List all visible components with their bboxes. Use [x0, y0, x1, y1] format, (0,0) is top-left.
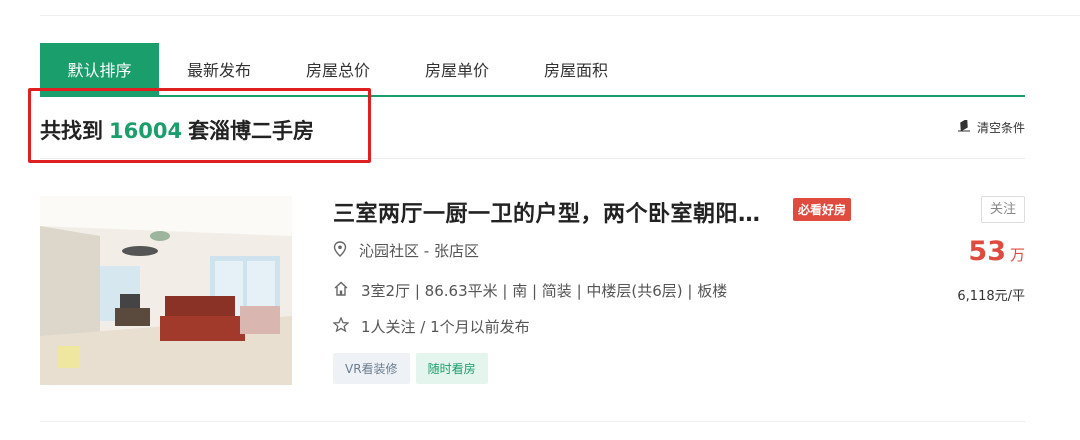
annotation-highlight-box — [28, 88, 371, 163]
tab-area[interactable]: 房屋面积 — [542, 43, 610, 95]
listing-tags: VR看装修 随时看房 — [333, 353, 488, 384]
listing-photo[interactable] — [40, 196, 292, 385]
tab-unit-price[interactable]: 房屋单价 — [423, 43, 491, 95]
tag-vr-decoration[interactable]: VR看装修 — [333, 353, 410, 384]
listing-card[interactable]: 三室两厅一厨一卫的户型，两个卧室朝阳… 必看好房 沁园社区 - 张店区 3室2厅… — [40, 196, 1025, 422]
top-strip — [40, 0, 1080, 16]
location-pin-icon — [333, 240, 347, 261]
total-price-value: 53 — [968, 236, 1006, 267]
total-price: 53 万 — [968, 236, 1025, 267]
must-see-badge: 必看好房 — [793, 198, 852, 221]
follow-button[interactable]: 关注 — [981, 196, 1025, 223]
clear-filters-button[interactable]: 清空条件 — [957, 118, 1025, 136]
house-info-row: 3室2厅 | 86.63平米 | 南 | 简装 | 中楼层(共6层) | 板楼 — [333, 280, 727, 301]
follow-info-text: 1人关注 / 1个月以前发布 — [361, 318, 530, 336]
clear-filters-label: 清空条件 — [976, 121, 1025, 135]
community-row: 沁园社区 - 张店区 — [333, 240, 479, 261]
house-info-text: 3室2厅 | 86.63平米 | 南 | 简装 | 中楼层(共6层) | 板楼 — [361, 282, 728, 300]
community-link[interactable]: 沁园社区 - 张店区 — [359, 240, 479, 261]
eraser-icon — [957, 118, 971, 135]
listing-title[interactable]: 三室两厅一厨一卫的户型，两个卧室朝阳… — [333, 196, 761, 228]
tag-viewing-anytime: 随时看房 — [415, 353, 488, 384]
total-price-unit: 万 — [1009, 246, 1025, 264]
house-icon — [333, 281, 349, 300]
star-icon — [332, 316, 350, 336]
follow-info-row: 1人关注 / 1个月以前发布 — [332, 316, 530, 337]
unit-price: 6,118元/平 — [957, 289, 1025, 304]
